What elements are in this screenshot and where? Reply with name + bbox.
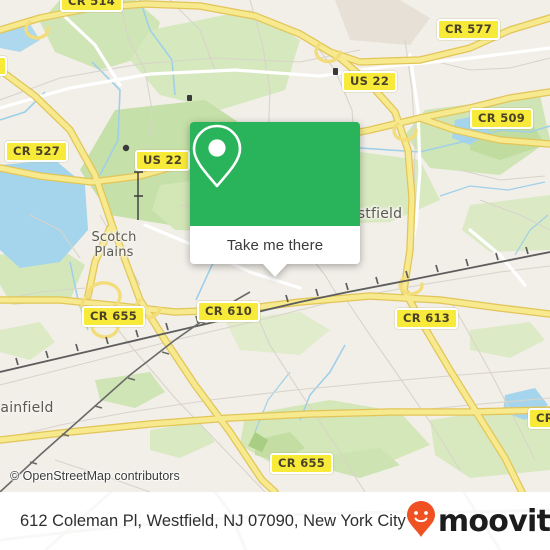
shield-cr-509[interactable]: CR 509 (470, 108, 534, 129)
moovit-pin-smiley-icon (406, 500, 436, 543)
shield-cr-527[interactable]: CR 527 (5, 141, 69, 162)
moovit-brand[interactable]: moovit (406, 500, 550, 543)
shield-cr-655-west[interactable]: CR 655 (82, 306, 146, 327)
shield-edge-left-small[interactable] (0, 56, 7, 76)
shield-cr-edge-top[interactable]: CR 514 (60, 0, 124, 12)
map-canvas[interactable]: Scotch Plains stfield ainfield CR 577 US… (0, 0, 550, 492)
shield-cr-edge-right[interactable]: CR (528, 408, 550, 429)
shield-cr-613[interactable]: CR 613 (395, 308, 459, 329)
moovit-wordmark: moovit (437, 503, 550, 539)
moovit-map-screen: Scotch Plains stfield ainfield CR 577 US… (0, 0, 550, 550)
footer-bar: 612 Coleman Pl, Westfield, NJ 07090, New… (0, 492, 550, 550)
popup-icon-area (190, 122, 360, 226)
shield-cr-610[interactable]: CR 610 (197, 301, 261, 322)
popup-tail (263, 264, 287, 277)
shield-us-22-north[interactable]: US 22 (342, 71, 398, 92)
shield-cr-655-south[interactable]: CR 655 (270, 453, 334, 474)
location-popup: Take me there (190, 122, 360, 277)
shield-us-22-west[interactable]: US 22 (135, 150, 191, 171)
osm-attribution: © OpenStreetMap contributors (10, 469, 180, 483)
take-me-there-button[interactable]: Take me there (190, 226, 360, 264)
shield-cr-577[interactable]: CR 577 (437, 19, 501, 40)
address-text: 612 Coleman Pl, Westfield, NJ 07090, New… (20, 511, 406, 530)
